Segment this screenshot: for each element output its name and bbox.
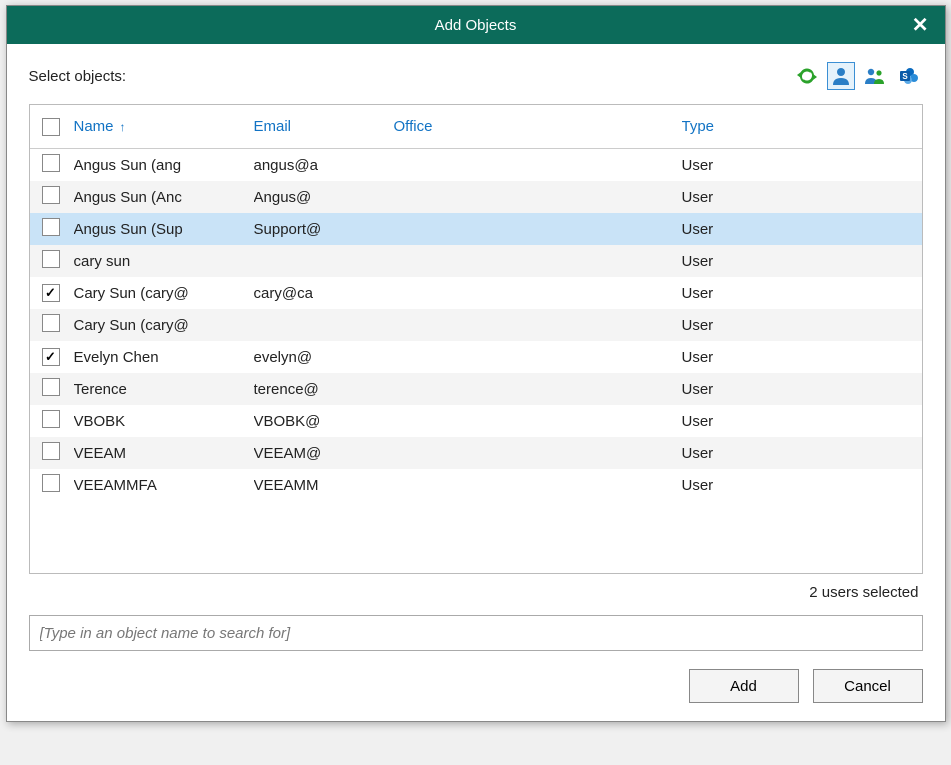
- row-name: Terence: [74, 381, 254, 398]
- row-checkbox[interactable]: [42, 442, 60, 460]
- row-email: terence@: [254, 381, 394, 398]
- table-row[interactable]: VBOBKVBOBK@ User: [30, 405, 922, 437]
- row-name: VBOBK: [74, 413, 254, 430]
- row-email: Support@: [254, 221, 394, 238]
- row-type: User: [682, 221, 922, 238]
- row-check-cell: [42, 284, 74, 302]
- row-check-cell: [42, 154, 74, 176]
- table-row[interactable]: Angus Sun (AncAngus@ User: [30, 181, 922, 213]
- row-check-cell: [42, 250, 74, 272]
- row-email: VEEAM@: [254, 445, 394, 462]
- row-name: cary sun: [74, 253, 254, 270]
- row-type: User: [682, 285, 922, 302]
- row-check-cell: [42, 186, 74, 208]
- svg-text:S: S: [902, 72, 908, 81]
- close-icon[interactable]: ✕: [906, 13, 935, 38]
- row-type: User: [682, 349, 922, 366]
- row-check-cell: [42, 348, 74, 366]
- row-email: evelyn@: [254, 349, 394, 366]
- row-check-cell: [42, 218, 74, 240]
- row-type: User: [682, 477, 922, 494]
- row-checkbox[interactable]: [42, 186, 60, 204]
- row-name: Angus Sun (Sup: [74, 221, 254, 238]
- row-type: User: [682, 317, 922, 334]
- sharepoint-filter-icon[interactable]: S: [895, 62, 923, 90]
- add-objects-dialog: Add Objects ✕ Select objects:: [6, 5, 946, 722]
- table-row[interactable]: VEEAMVEEAM@ User: [30, 437, 922, 469]
- row-checkbox[interactable]: [42, 378, 60, 396]
- row-email: VBOBK@: [254, 413, 394, 430]
- row-name: Angus Sun (Anc: [74, 189, 254, 206]
- column-header-office[interactable]: Office: [394, 118, 682, 135]
- row-name: VEEAMMFA: [74, 477, 254, 494]
- row-checkbox[interactable]: [42, 474, 60, 492]
- row-type: User: [682, 189, 922, 206]
- row-check-cell: [42, 314, 74, 336]
- top-row: Select objects:: [29, 62, 923, 90]
- row-checkbox[interactable]: [42, 314, 60, 332]
- row-checkbox[interactable]: [42, 284, 60, 302]
- row-email: cary@ca: [254, 285, 394, 302]
- row-checkbox[interactable]: [42, 250, 60, 268]
- row-type: User: [682, 157, 922, 174]
- row-checkbox[interactable]: [42, 154, 60, 172]
- row-checkbox[interactable]: [42, 218, 60, 236]
- row-name: VEEAM: [74, 445, 254, 462]
- table-row[interactable]: Terenceterence@ User: [30, 373, 922, 405]
- table-header: Name ↑ Email Office Type: [30, 105, 922, 149]
- row-check-cell: [42, 442, 74, 464]
- column-name-label: Name: [74, 118, 114, 135]
- dialog-content: Select objects:: [7, 44, 945, 721]
- objects-table: Name ↑ Email Office Type Angus Sun (anga…: [29, 104, 923, 574]
- column-header-email[interactable]: Email: [254, 118, 394, 135]
- filter-icon-group: S: [793, 62, 923, 90]
- column-header-type[interactable]: Type: [682, 118, 922, 135]
- sort-asc-icon: ↑: [120, 120, 126, 134]
- row-email: angus@a: [254, 157, 394, 174]
- row-checkbox[interactable]: [42, 348, 60, 366]
- add-button[interactable]: Add: [689, 669, 799, 703]
- row-type: User: [682, 253, 922, 270]
- selection-status: 2 users selected: [29, 574, 923, 615]
- row-name: Angus Sun (ang: [74, 157, 254, 174]
- table-row[interactable]: VEEAMMFAVEEAMM User: [30, 469, 922, 501]
- table-row[interactable]: Cary Sun (cary@cary@ca User: [30, 277, 922, 309]
- row-name: Cary Sun (cary@: [74, 285, 254, 302]
- row-check-cell: [42, 410, 74, 432]
- select-all-checkbox[interactable]: [42, 118, 60, 136]
- user-filter-icon[interactable]: [827, 62, 855, 90]
- row-type: User: [682, 381, 922, 398]
- refresh-icon[interactable]: [793, 62, 821, 90]
- cancel-button[interactable]: Cancel: [813, 669, 923, 703]
- row-checkbox[interactable]: [42, 410, 60, 428]
- row-check-cell: [42, 378, 74, 400]
- table-body: Angus Sun (angangus@aUserAngus Sun (AncA…: [30, 149, 922, 573]
- row-type: User: [682, 413, 922, 430]
- row-name: Evelyn Chen: [74, 349, 254, 366]
- table-row[interactable]: Evelyn Chenevelyn@ User: [30, 341, 922, 373]
- row-check-cell: [42, 474, 74, 496]
- table-row[interactable]: Angus Sun (angangus@a User: [30, 149, 922, 181]
- row-email: Angus@: [254, 189, 394, 206]
- group-filter-icon[interactable]: [861, 62, 889, 90]
- titlebar: Add Objects ✕: [7, 6, 945, 44]
- dialog-title: Add Objects: [435, 17, 517, 34]
- row-name: Cary Sun (cary@: [74, 317, 254, 334]
- button-row: Add Cancel: [29, 669, 923, 703]
- search-input[interactable]: [29, 615, 923, 651]
- table-row[interactable]: Cary Sun (cary@ User: [30, 309, 922, 341]
- select-all-cell: [42, 118, 74, 136]
- table-row[interactable]: Angus Sun (SupSupport@ User: [30, 213, 922, 245]
- column-header-name[interactable]: Name ↑: [74, 118, 254, 135]
- row-type: User: [682, 445, 922, 462]
- table-row[interactable]: cary sun User: [30, 245, 922, 277]
- row-email: VEEAMM: [254, 477, 394, 494]
- select-objects-label: Select objects:: [29, 68, 127, 85]
